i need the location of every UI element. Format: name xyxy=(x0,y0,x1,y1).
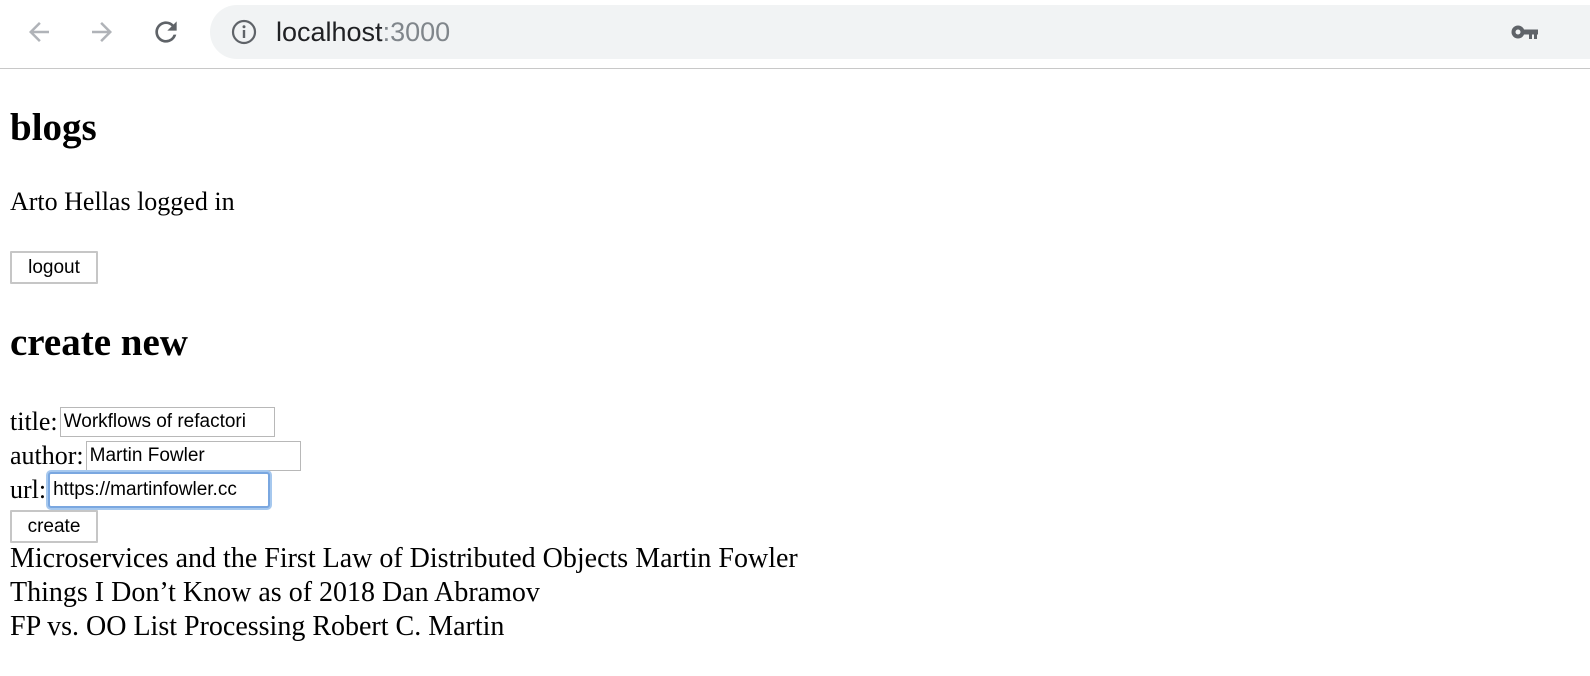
browser-toolbar: localhost:3000 xyxy=(0,0,1590,69)
create-new-heading: create new xyxy=(10,321,188,364)
blog-item: Microservices and the First Law of Distr… xyxy=(10,543,798,574)
url-text[interactable]: localhost:3000 xyxy=(276,15,450,49)
url-host: localhost xyxy=(276,17,383,47)
reload-icon xyxy=(155,21,177,43)
arrow-left-icon xyxy=(29,22,49,42)
create-button[interactable]: create xyxy=(10,510,98,543)
title-input[interactable] xyxy=(59,407,275,437)
key-icon[interactable] xyxy=(1510,22,1540,42)
url-port: :3000 xyxy=(382,17,451,47)
logout-button[interactable]: logout xyxy=(10,251,98,284)
url-label: url: xyxy=(10,475,47,504)
arrow-right-icon xyxy=(92,22,112,42)
author-input[interactable] xyxy=(85,441,301,471)
reload-button[interactable] xyxy=(148,14,184,50)
author-row: author: xyxy=(10,439,301,473)
url-row: url: xyxy=(10,472,271,508)
title-label: title: xyxy=(10,407,58,436)
forward-button[interactable] xyxy=(84,14,120,50)
back-button[interactable] xyxy=(21,14,57,50)
address-bar[interactable]: localhost:3000 xyxy=(210,5,1590,59)
info-icon[interactable] xyxy=(231,19,257,45)
title-row: title: xyxy=(10,405,275,439)
blog-item: Things I Don’t Know as of 2018 Dan Abram… xyxy=(10,577,540,608)
logged-in-status: Arto Hellas logged in xyxy=(10,187,235,216)
page-title: blogs xyxy=(10,106,97,149)
blog-item: FP vs. OO List Processing Robert C. Mart… xyxy=(10,611,505,642)
url-input[interactable] xyxy=(48,472,271,508)
author-label: author: xyxy=(10,441,84,470)
blog-list: Microservices and the First Law of Distr… xyxy=(10,542,798,644)
